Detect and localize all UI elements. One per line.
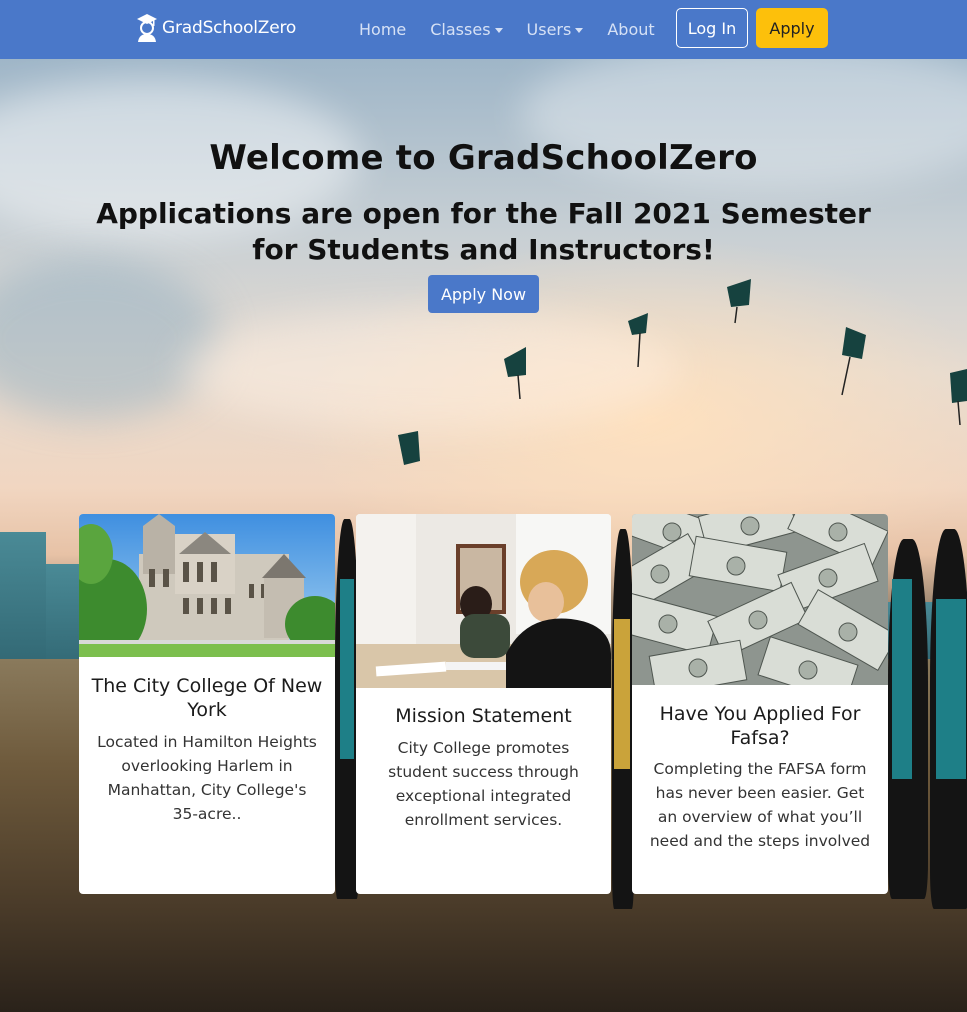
card-text: City College promotes student success th… bbox=[388, 739, 579, 829]
apply-now-button[interactable]: Apply Now bbox=[428, 275, 539, 313]
nav-home-link[interactable]: Home bbox=[359, 20, 406, 39]
card-mission-statement: Mission Statement City College promotes … bbox=[356, 514, 611, 894]
nav-about-label: About bbox=[607, 20, 655, 39]
nav-classes-dropdown[interactable]: Classes bbox=[430, 20, 503, 39]
brand-logo-link[interactable]: GradSchoolZero bbox=[136, 13, 296, 43]
nav-links: Home Classes Users About bbox=[359, 0, 679, 59]
brand-name: GradSchoolZero bbox=[162, 18, 297, 38]
login-button[interactable]: Log In bbox=[676, 8, 748, 48]
nav-users-label: Users bbox=[526, 20, 572, 39]
dollar-bills-image bbox=[632, 514, 888, 685]
nav-classes-label: Classes bbox=[430, 20, 491, 39]
nav-about-link[interactable]: About bbox=[607, 20, 654, 39]
graduate-icon bbox=[137, 14, 157, 42]
card-title: Have You Applied For Fafsa? bbox=[659, 703, 861, 749]
top-navbar: GradSchoolZero Home Classes Users About … bbox=[0, 0, 967, 59]
card-title: The City College Of New York bbox=[91, 675, 323, 721]
caret-down-icon bbox=[575, 28, 584, 33]
card-text: Completing the FAFSA form has never been… bbox=[649, 760, 871, 850]
card-city-college: The City College Of New York Located in … bbox=[79, 514, 335, 894]
students-studying-image bbox=[356, 514, 611, 688]
card-title: Mission Statement bbox=[395, 705, 572, 727]
nav-home-label: Home bbox=[359, 20, 407, 39]
card-fafsa: Have You Applied For Fafsa? Completing t… bbox=[632, 514, 888, 894]
card-text: Located in Hamilton Heights overlooking … bbox=[97, 733, 317, 823]
caret-down-icon bbox=[494, 28, 503, 33]
apply-button[interactable]: Apply bbox=[756, 8, 828, 48]
campus-building-image bbox=[79, 514, 335, 657]
nav-users-dropdown[interactable]: Users bbox=[527, 20, 584, 39]
hero-subtitle: Applications are open for the Fall 2021 … bbox=[96, 197, 871, 266]
hero-title: Welcome to GradSchoolZero bbox=[209, 138, 758, 178]
